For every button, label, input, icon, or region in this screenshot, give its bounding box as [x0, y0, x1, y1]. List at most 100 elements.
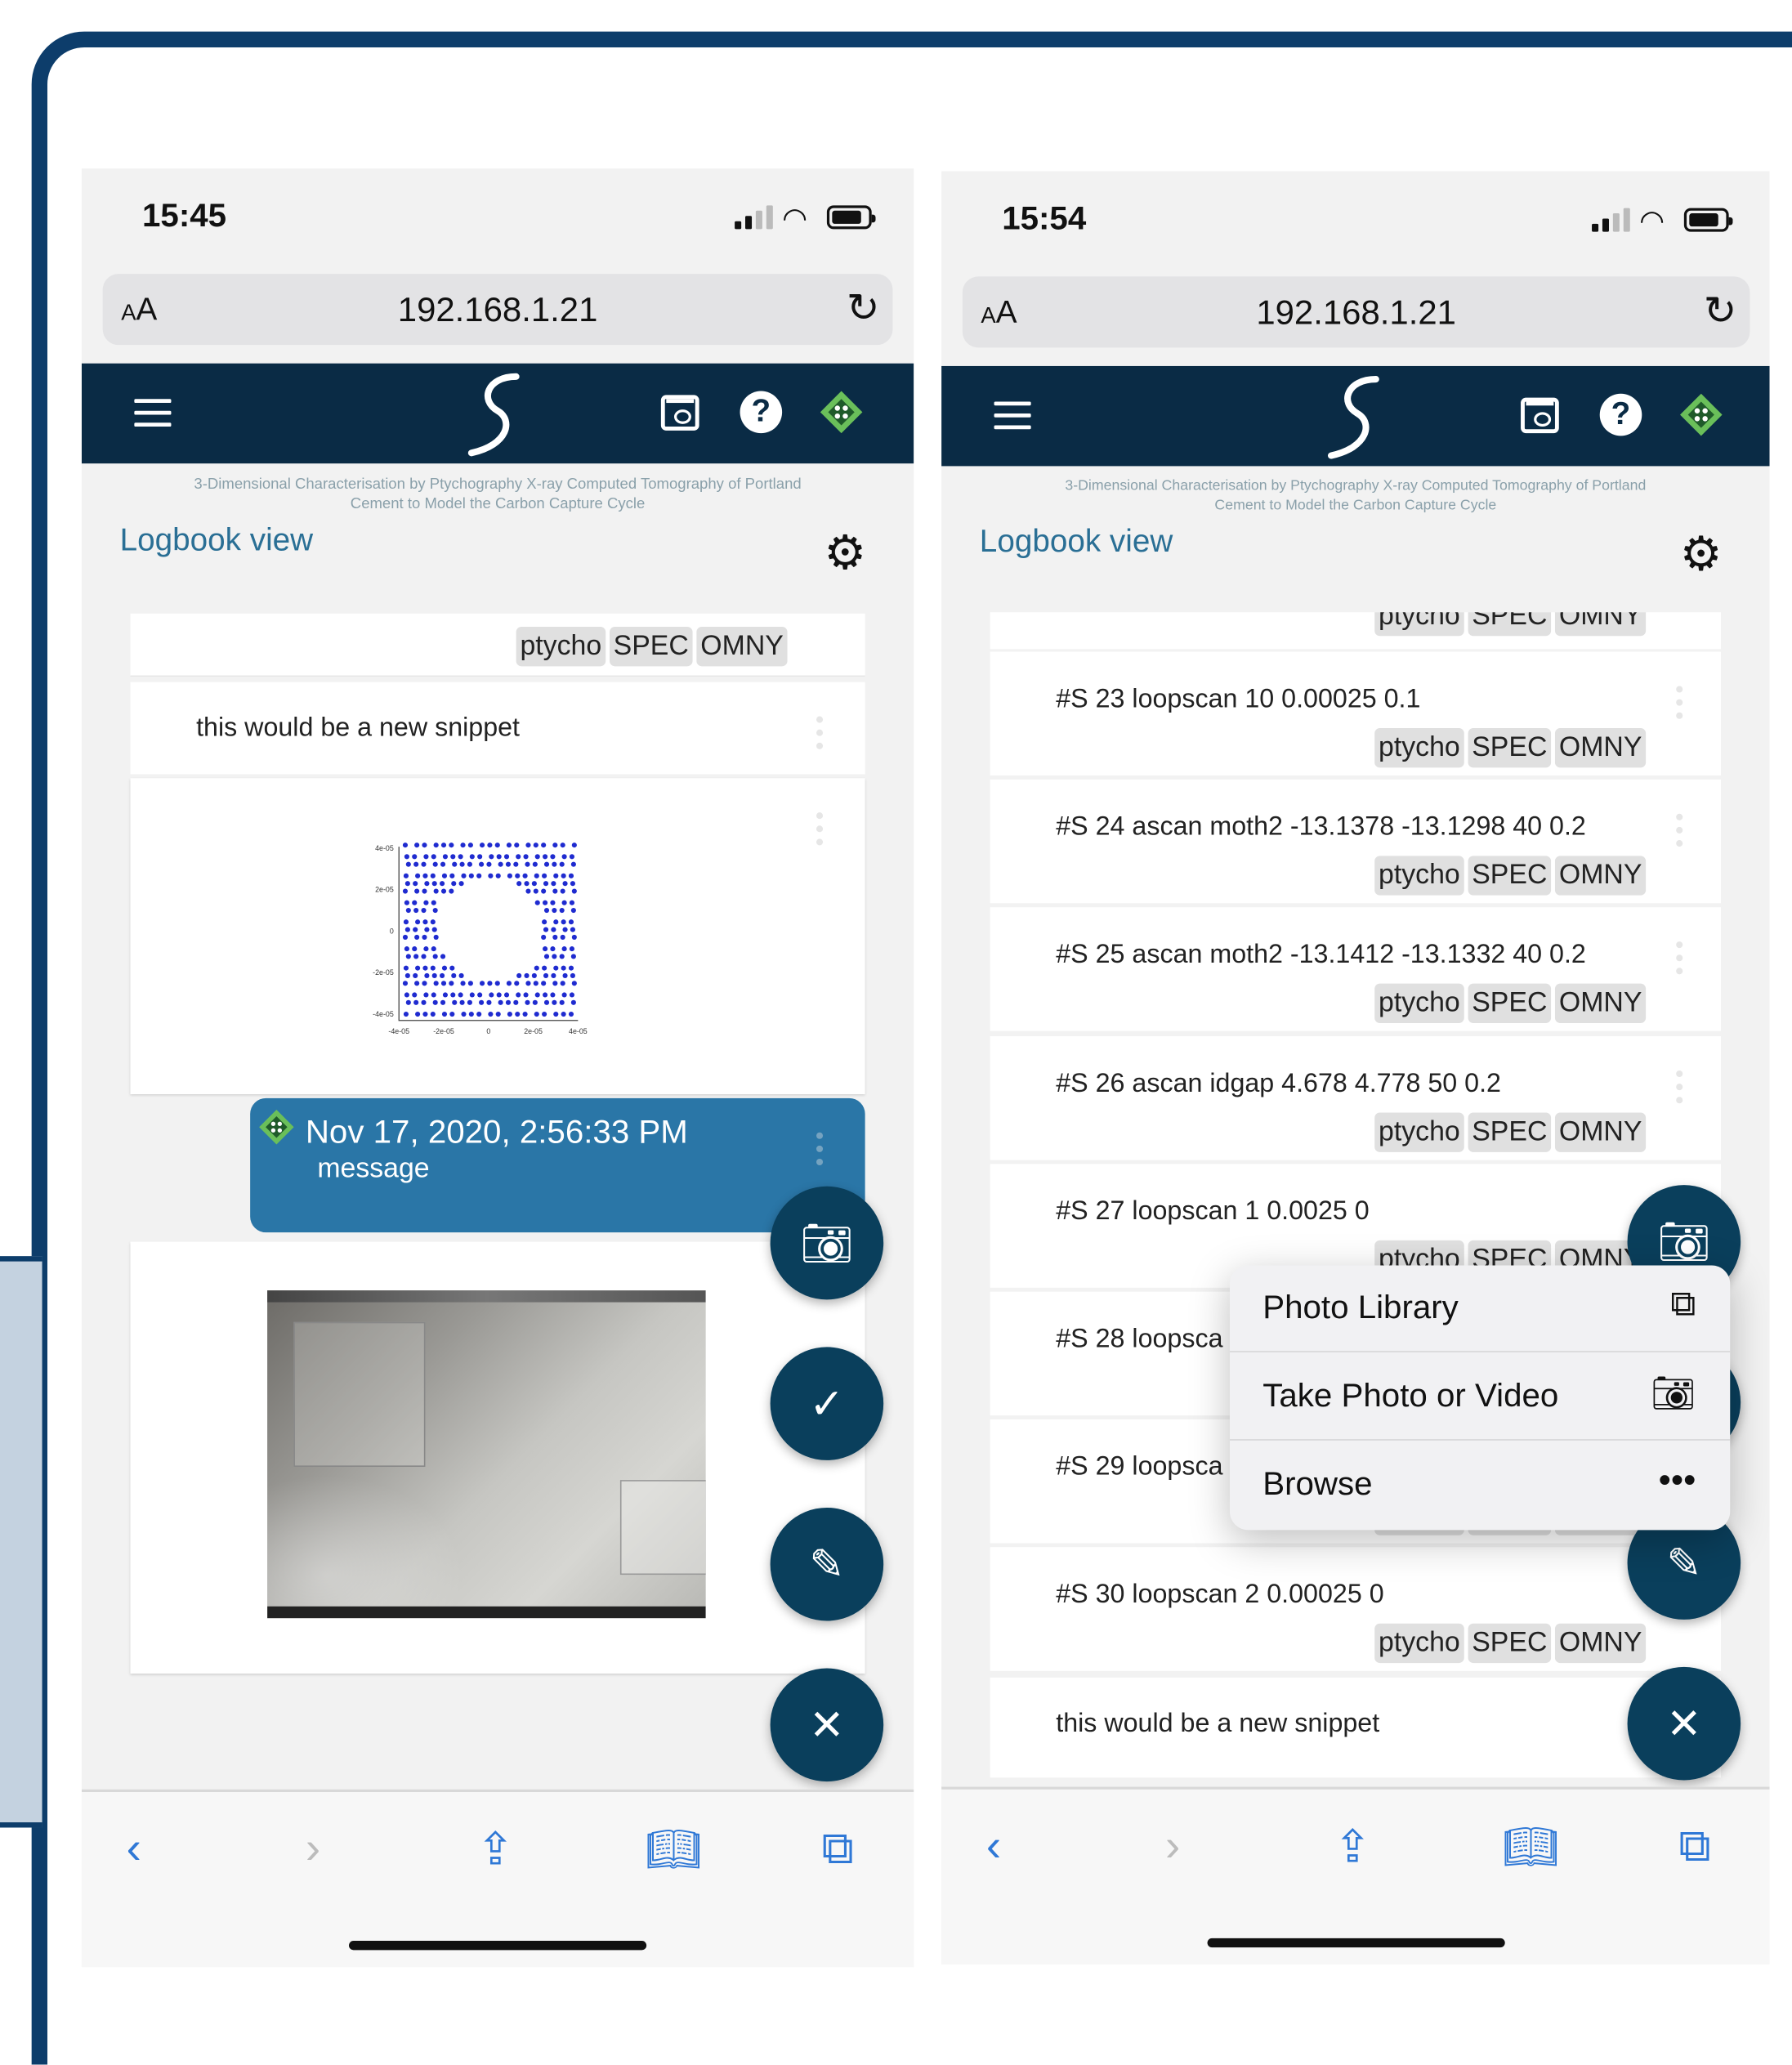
scatter-point — [568, 873, 574, 878]
tag-omny[interactable]: OMNY — [1555, 728, 1647, 768]
scatter-point — [551, 881, 556, 887]
menu-icon[interactable] — [134, 399, 172, 427]
scatter-point — [550, 946, 556, 952]
gear-icon[interactable]: ⚙ — [824, 529, 866, 577]
tag-ptycho[interactable]: ptycho — [1374, 856, 1464, 896]
tag-spec[interactable]: SPEC — [1468, 1112, 1552, 1152]
more-vert-icon[interactable] — [816, 812, 824, 847]
menu-item-browse[interactable]: Browse ••• — [1230, 1441, 1730, 1528]
menu-icon[interactable] — [994, 401, 1031, 430]
tabs-icon[interactable]: ⧉ — [821, 1824, 853, 1875]
more-vert-icon[interactable] — [1676, 1070, 1683, 1105]
help-icon[interactable]: ? — [740, 391, 783, 434]
scatter-point — [525, 999, 530, 1005]
help-icon[interactable]: ? — [1599, 393, 1642, 436]
reload-icon[interactable]: ↻ — [847, 286, 880, 332]
attached-photo[interactable] — [267, 1290, 706, 1619]
tag-ptycho[interactable]: ptycho — [1374, 728, 1464, 768]
scatter-point — [479, 843, 485, 848]
scatter-point — [432, 999, 438, 1005]
tag-spec[interactable]: SPEC — [1468, 983, 1552, 1023]
scatter-point — [431, 946, 436, 952]
share-icon[interactable]: ⇪ — [476, 1824, 514, 1876]
bookmarks-icon[interactable]: 📖︎ — [646, 1824, 703, 1876]
address-bar[interactable]: AA 192.168.1.21 ↻ — [962, 276, 1750, 348]
scatter-point — [415, 919, 421, 925]
menu-item-photo-library[interactable]: Photo Library ⧉ — [1229, 1265, 1731, 1352]
tag-list: ptychoSPECOMNY — [1374, 856, 1647, 896]
tag-ptycho[interactable]: ptycho — [1374, 1623, 1464, 1664]
scatter-point — [431, 881, 437, 887]
tag-spec[interactable]: SPEC — [1468, 728, 1552, 768]
close-button[interactable]: ✕ — [770, 1668, 884, 1782]
scatter-point — [450, 854, 456, 860]
scatter-point — [560, 981, 565, 986]
tag-list: ptycho SPEC OMNY — [1374, 612, 1647, 637]
forward-icon[interactable]: › — [1165, 1821, 1180, 1872]
edit-button[interactable]: ✎ — [770, 1507, 884, 1621]
scatter-point — [433, 843, 439, 848]
share-icon[interactable]: ⇪ — [1334, 1821, 1371, 1873]
more-vert-icon[interactable] — [1676, 686, 1683, 720]
gear-icon[interactable]: ⚙ — [1680, 530, 1723, 578]
scatter-point — [451, 972, 457, 979]
phone-left: 15:45 ◠ AA 192.168.1.21 ↻ ? 3-Dimensiona… — [81, 168, 914, 1968]
scatter-point — [467, 843, 473, 848]
avatar-icon[interactable] — [819, 390, 864, 435]
preview-icon[interactable] — [1521, 397, 1559, 434]
tag-omny[interactable]: OMNY — [1555, 1112, 1647, 1152]
scatter-point — [430, 919, 436, 925]
back-icon[interactable]: ‹ — [127, 1824, 141, 1875]
scatter-point — [459, 999, 465, 1005]
close-icon: ✕ — [809, 1701, 845, 1749]
add-photo-button[interactable]: 📷︎ — [770, 1186, 884, 1300]
scatter-point — [551, 927, 556, 932]
tag-omny[interactable]: OMNY — [1555, 856, 1647, 896]
tag-ptycho[interactable]: ptycho — [1374, 1112, 1464, 1152]
tag-omny[interactable]: OMNY — [696, 626, 788, 667]
scatter-point — [559, 861, 565, 867]
scatter-point — [440, 999, 446, 1005]
reload-icon[interactable]: ↻ — [1704, 288, 1737, 334]
address-bar[interactable]: AA 192.168.1.21 ↻ — [102, 274, 893, 346]
tag-ptycho[interactable]: ptycho — [516, 626, 606, 667]
scatter-point — [542, 965, 547, 971]
more-vert-icon[interactable] — [816, 1132, 824, 1167]
scatter-point — [503, 992, 510, 998]
entry-text: #S 28 loopsca — [1056, 1324, 1223, 1354]
menu-item-take-photo[interactable]: Take Photo or Video 📷︎ — [1229, 1353, 1731, 1441]
add-task-button[interactable]: ✓ — [770, 1347, 884, 1460]
scatter-point — [552, 999, 557, 1005]
scatter-point — [532, 999, 538, 1005]
close-button[interactable]: ✕ — [1627, 1666, 1741, 1781]
forward-icon[interactable]: › — [306, 1824, 320, 1875]
more-vert-icon[interactable] — [1676, 941, 1683, 976]
tag-ptycho[interactable]: ptycho — [1374, 612, 1464, 637]
tag-spec[interactable]: SPEC — [1468, 1623, 1552, 1664]
tag-omny[interactable]: OMNY — [1555, 1623, 1647, 1664]
tag-omny[interactable]: OMNY — [1555, 612, 1647, 637]
logo-icon — [467, 373, 520, 457]
scatter-point — [440, 888, 447, 894]
scatter-point — [516, 854, 521, 860]
scatter-point — [458, 992, 463, 998]
bookmarks-icon[interactable]: 📖︎ — [1502, 1821, 1559, 1873]
tabs-icon[interactable]: ⧉ — [1678, 1821, 1710, 1872]
scatter-point — [431, 972, 437, 979]
tag-spec[interactable]: SPEC — [609, 626, 693, 667]
scatter-plot: 4e-05 2e-05 0 -2e-05 -4e-05 -4e-05 -2e-05 0 2e-0… — [373, 843, 588, 1035]
more-vert-icon[interactable] — [816, 716, 824, 751]
back-icon[interactable]: ‹ — [986, 1821, 1001, 1872]
more-vert-icon[interactable] — [1676, 813, 1683, 848]
tag-spec[interactable]: SPEC — [1468, 856, 1552, 896]
scatter-point — [433, 934, 439, 940]
scatter-point — [421, 999, 427, 1005]
scatter-point — [412, 900, 418, 905]
tag-ptycho[interactable]: ptycho — [1374, 983, 1464, 1023]
scatter-point — [458, 972, 464, 979]
preview-icon[interactable] — [660, 395, 699, 431]
avatar-icon[interactable] — [1678, 392, 1723, 437]
scatter-point — [441, 1011, 448, 1017]
tag-spec[interactable]: SPEC — [1468, 612, 1552, 637]
tag-omny[interactable]: OMNY — [1555, 983, 1647, 1023]
